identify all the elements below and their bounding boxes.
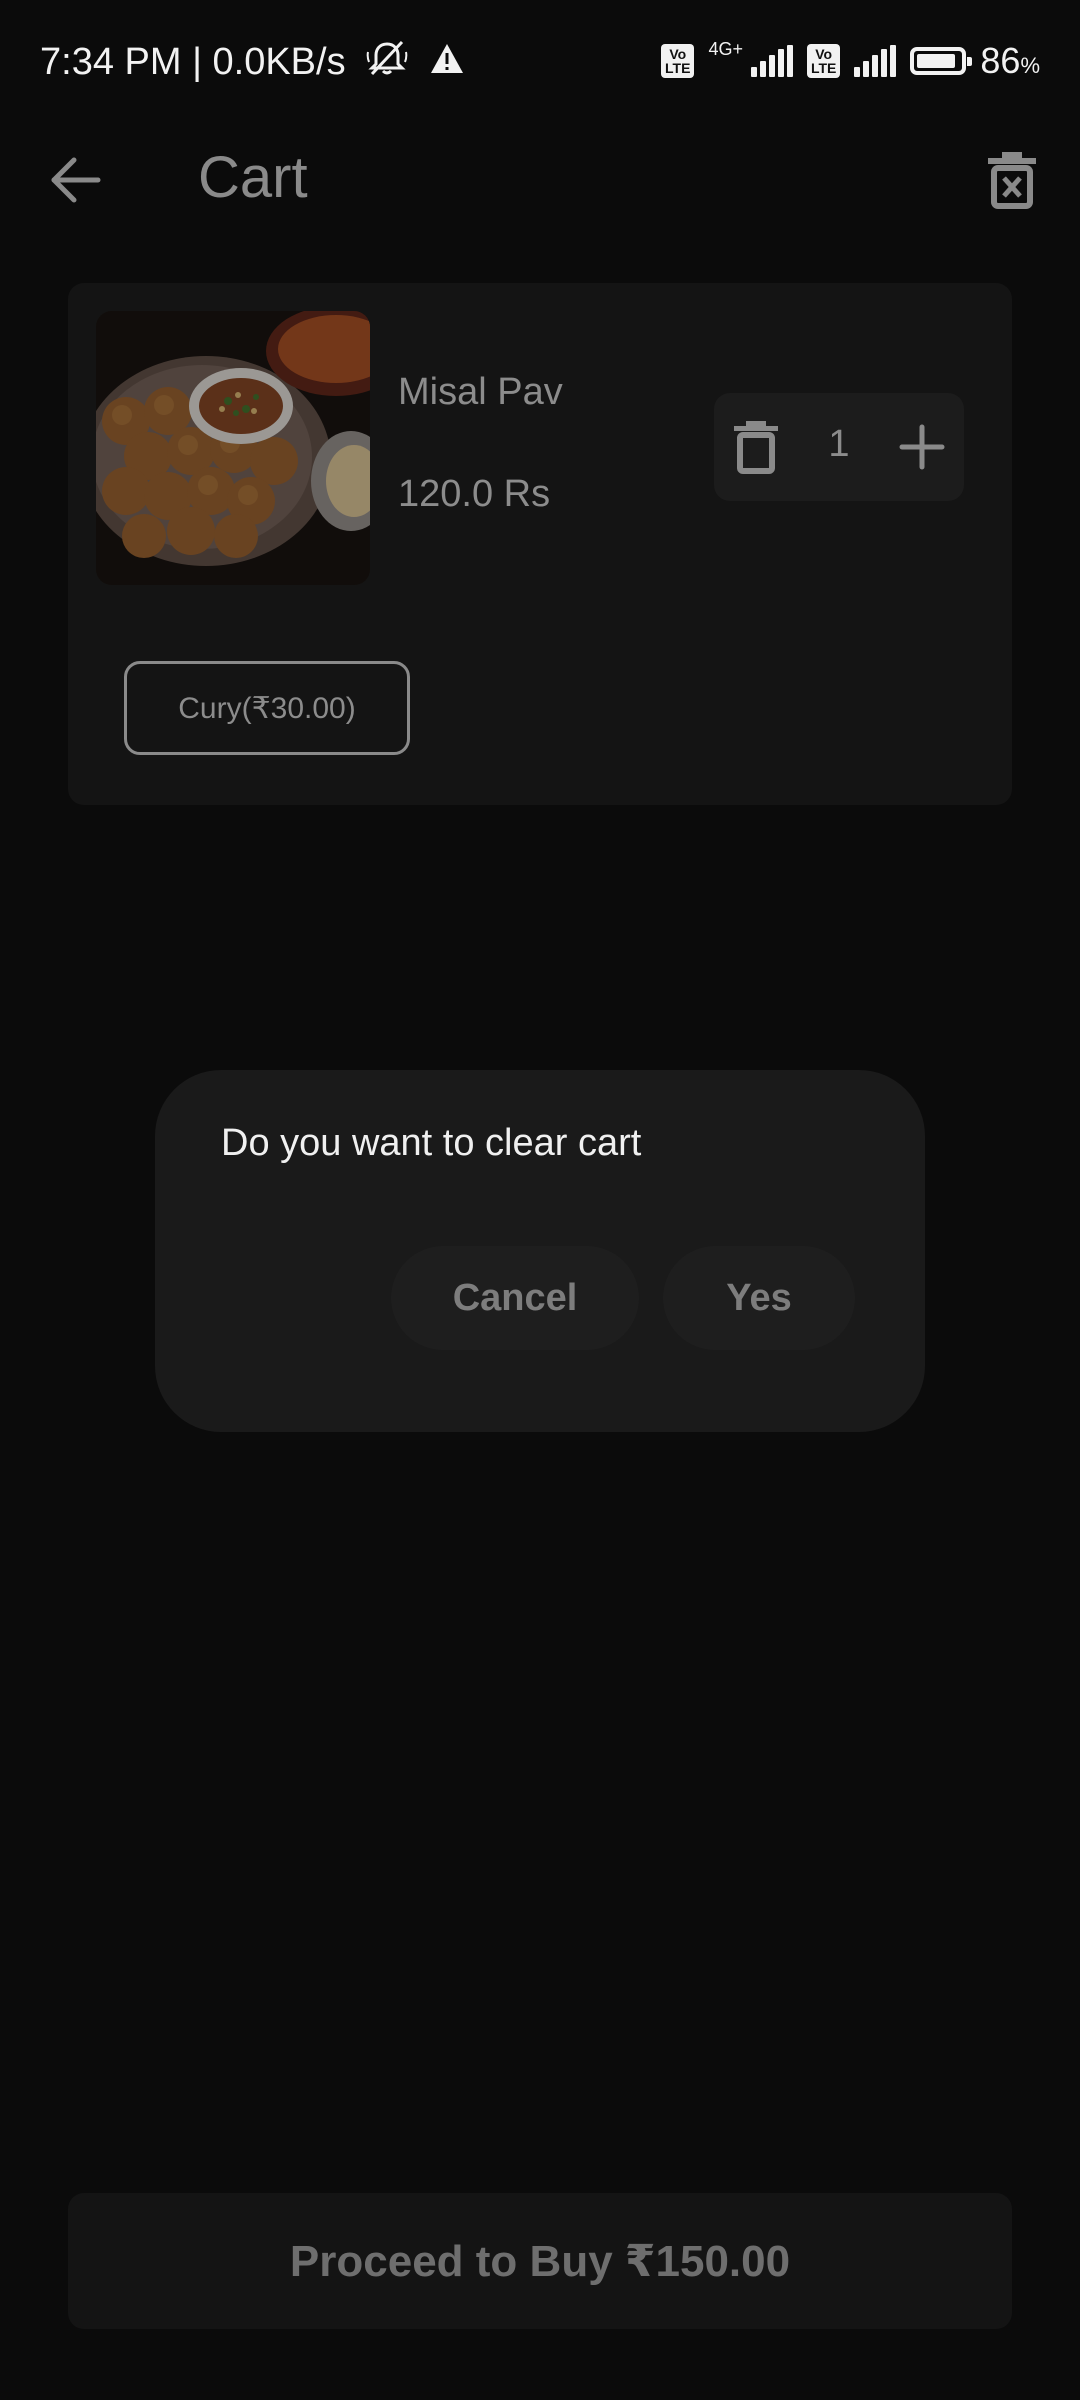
signal-strength-icon <box>750 45 793 77</box>
increase-quantity-button[interactable] <box>892 417 952 477</box>
item-name: Misal Pav <box>398 371 563 413</box>
battery-icon <box>910 47 973 75</box>
remove-item-button[interactable] <box>724 415 788 479</box>
addon-chip[interactable]: Cury(₹30.00) <box>124 661 410 755</box>
clear-cart-button[interactable] <box>984 150 1040 210</box>
yes-button[interactable]: Yes <box>663 1246 855 1350</box>
trash-x-icon <box>988 152 1036 209</box>
item-price: 120.0 Rs <box>398 473 551 515</box>
app-bar: Cart <box>0 130 1080 230</box>
quantity-stepper: 1 <box>714 393 964 501</box>
proceed-to-buy-button[interactable]: Proceed to Buy ₹150.00 <box>68 2193 1012 2329</box>
cancel-button[interactable]: Cancel <box>391 1246 639 1350</box>
clear-cart-dialog: Do you want to clear cart Cancel Yes <box>155 1070 925 1432</box>
back-button[interactable] <box>46 150 106 210</box>
status-right: Vo LTE 4G+ Vo LTE 86% <box>661 38 1040 82</box>
page-title: Cart <box>198 145 308 210</box>
quantity-value: 1 <box>828 423 850 465</box>
volte-icon: Vo LTE <box>661 44 695 78</box>
battery-percent: 86% <box>980 40 1040 81</box>
dialog-message: Do you want to clear cart <box>221 1122 642 1164</box>
network-type: 4G+ <box>708 38 743 59</box>
food-image <box>96 311 370 585</box>
trash-icon <box>734 421 778 474</box>
status-time-speed: 7:34 PM | 0.0KB/s <box>40 41 346 84</box>
status-bar: 7:34 PM | 0.0KB/s Vo LTE 4G+ Vo LTE 86% <box>0 0 1080 130</box>
signal-strength-icon-sim2 <box>854 45 897 77</box>
arrow-left-icon <box>51 157 101 203</box>
volte-icon-sim2: Vo LTE <box>806 44 841 78</box>
status-left: 7:34 PM | 0.0KB/s <box>40 40 465 88</box>
mute-notifications-icon <box>366 40 408 88</box>
warning-icon <box>429 42 465 86</box>
plus-icon <box>899 424 945 470</box>
cart-item-card: Misal Pav 120.0 Rs 1 Cury(₹30.00) <box>68 283 1012 805</box>
